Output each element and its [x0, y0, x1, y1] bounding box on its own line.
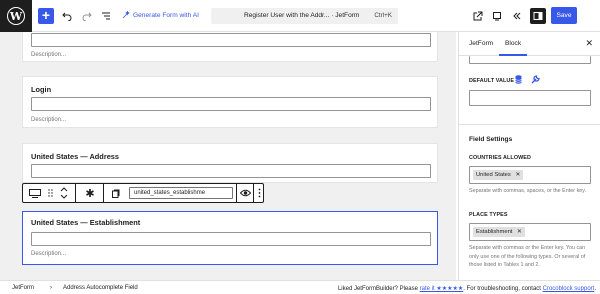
place-types-help-text: Separate with commas or the Enter key. Y…	[469, 245, 586, 268]
rating-notice: Liked JetFormBuilder? Please rate it ★★★…	[338, 285, 596, 292]
token-label: Establishment	[476, 229, 513, 235]
place-type-token: Establishment ✕	[473, 227, 525, 237]
toolbar-divider	[253, 184, 254, 202]
generate-form-ai-button[interactable]: Generate Form with AI	[122, 11, 199, 19]
preview-button[interactable]	[490, 9, 504, 23]
editor-canvas: Description... Login Description... Unit…	[0, 32, 456, 280]
field-description: Description...	[31, 117, 67, 123]
tab-jetform[interactable]: JetForm	[469, 40, 493, 47]
countries-allowed-input[interactable]: United States ✕	[469, 166, 591, 184]
external-link-icon	[473, 11, 483, 21]
token-label: United States	[476, 172, 511, 178]
visibility-button[interactable]	[239, 184, 251, 202]
database-icon[interactable]	[515, 75, 522, 86]
field-description: Description...	[31, 251, 67, 257]
wrench-icon[interactable]	[531, 75, 540, 86]
breadcrumb-separator: ›	[50, 285, 52, 291]
field-settings-title: Field Settings	[469, 136, 513, 143]
address-input-preview	[31, 164, 431, 178]
establishment-field-card[interactable]: United States — Establishment Descriptio…	[22, 211, 438, 265]
countries-help-text: Separate with commas, spaces, or the Ent…	[469, 188, 587, 194]
toolbar-divider	[75, 184, 76, 202]
breadcrumb-jetform[interactable]: JetForm	[12, 285, 34, 291]
more-vertical-icon	[258, 188, 260, 198]
view-post-button[interactable]	[471, 9, 485, 23]
chevron-up-down-icon	[60, 187, 68, 199]
breadcrumb-field[interactable]: Address Autocomplete Field	[63, 285, 138, 291]
default-value-label: DEFAULT VALUE	[469, 78, 515, 84]
chevron-double-left-icon	[513, 12, 521, 20]
document-title: Register User with the Addr... · JetForm	[244, 12, 360, 19]
copy-field-name-button[interactable]	[107, 184, 125, 202]
redo-icon	[82, 12, 92, 21]
field-title: Login	[31, 85, 52, 94]
login-input-preview	[31, 97, 431, 111]
document-overview-button[interactable]	[99, 9, 113, 23]
block-type-button[interactable]	[25, 184, 45, 202]
move-up-down-button[interactable]	[57, 184, 71, 202]
generate-form-label: Generate Form with AI	[133, 11, 199, 19]
liked-text: Liked JetFormBuilder? Please	[337, 286, 420, 292]
drag-handle[interactable]	[45, 184, 55, 202]
block-type-icon	[29, 188, 41, 198]
block-inserter-button[interactable]: +	[38, 8, 54, 24]
settings-toggle-button[interactable]	[530, 8, 546, 24]
magic-wand-icon	[122, 11, 130, 19]
field-input-preview	[31, 33, 431, 47]
settings-sidebar: JetForm Block ✕ DEFAULT VALUE Field Sett…	[458, 32, 600, 280]
footer-suffix: .	[594, 286, 596, 292]
place-types-input[interactable]: Establishment ✕	[469, 223, 591, 241]
field-title: United States — Establishment	[31, 218, 141, 227]
field-description: Description...	[31, 52, 67, 58]
save-button[interactable]: Save	[551, 7, 577, 24]
preview-device-icon	[493, 12, 501, 21]
login-field-card[interactable]: Login Description...	[22, 76, 438, 128]
editor-footer: JetForm › Address Autocomplete Field Lik…	[0, 280, 600, 294]
support-link[interactable]: Crocoblock support	[543, 286, 595, 292]
toolbar-divider	[236, 184, 237, 202]
sidebar-panel-icon	[533, 12, 543, 20]
command-shortcut: Ctrl+K	[374, 12, 392, 19]
block-options-button[interactable]	[255, 184, 263, 202]
editor-header: W + Generate Form with AI Register User …	[0, 0, 600, 32]
establishment-input-preview	[31, 232, 431, 246]
place-types-label: PLACE TYPES	[469, 212, 508, 218]
remove-token-icon[interactable]: ✕	[515, 172, 520, 178]
drag-handle-icon	[47, 189, 53, 197]
form-field-card[interactable]: Description...	[22, 32, 438, 62]
remove-token-icon[interactable]: ✕	[517, 229, 522, 235]
tab-block[interactable]: Block	[505, 40, 521, 47]
asterisk-icon: ✱	[85, 187, 95, 200]
troubleshoot-text: . For troubleshooting, contact	[463, 286, 543, 292]
eye-icon	[239, 189, 251, 197]
redo-button[interactable]	[80, 9, 94, 23]
command-palette-bar[interactable]: Register User with the Addr... · JetForm…	[211, 8, 398, 24]
collapse-button[interactable]	[510, 9, 524, 23]
required-toggle-button[interactable]: ✱	[79, 184, 101, 202]
rate-link[interactable]: rate it ★★★★★	[420, 286, 464, 292]
wordpress-logo-button[interactable]: W	[0, 0, 32, 32]
address-field-card[interactable]: United States — Address	[22, 143, 438, 183]
wordpress-icon: W	[7, 7, 25, 25]
section-divider	[459, 124, 600, 125]
block-toolbar: ✱ united_states_establishme	[22, 183, 264, 203]
previous-setting-input[interactable]	[469, 56, 591, 64]
sidebar-tabs: JetForm Block ✕	[459, 32, 600, 56]
close-sidebar-icon[interactable]: ✕	[585, 38, 593, 49]
undo-icon	[62, 12, 72, 21]
default-value-input[interactable]	[469, 90, 591, 106]
field-name-input[interactable]: united_states_establishme	[129, 187, 233, 199]
list-view-icon	[102, 12, 110, 20]
undo-button[interactable]	[60, 9, 74, 23]
field-title: United States — Address	[31, 152, 120, 161]
copy-icon	[112, 189, 120, 198]
country-token: United States ✕	[473, 170, 524, 180]
countries-allowed-label: COUNTRIES ALLOWED	[469, 155, 531, 161]
toolbar-divider	[103, 184, 104, 202]
